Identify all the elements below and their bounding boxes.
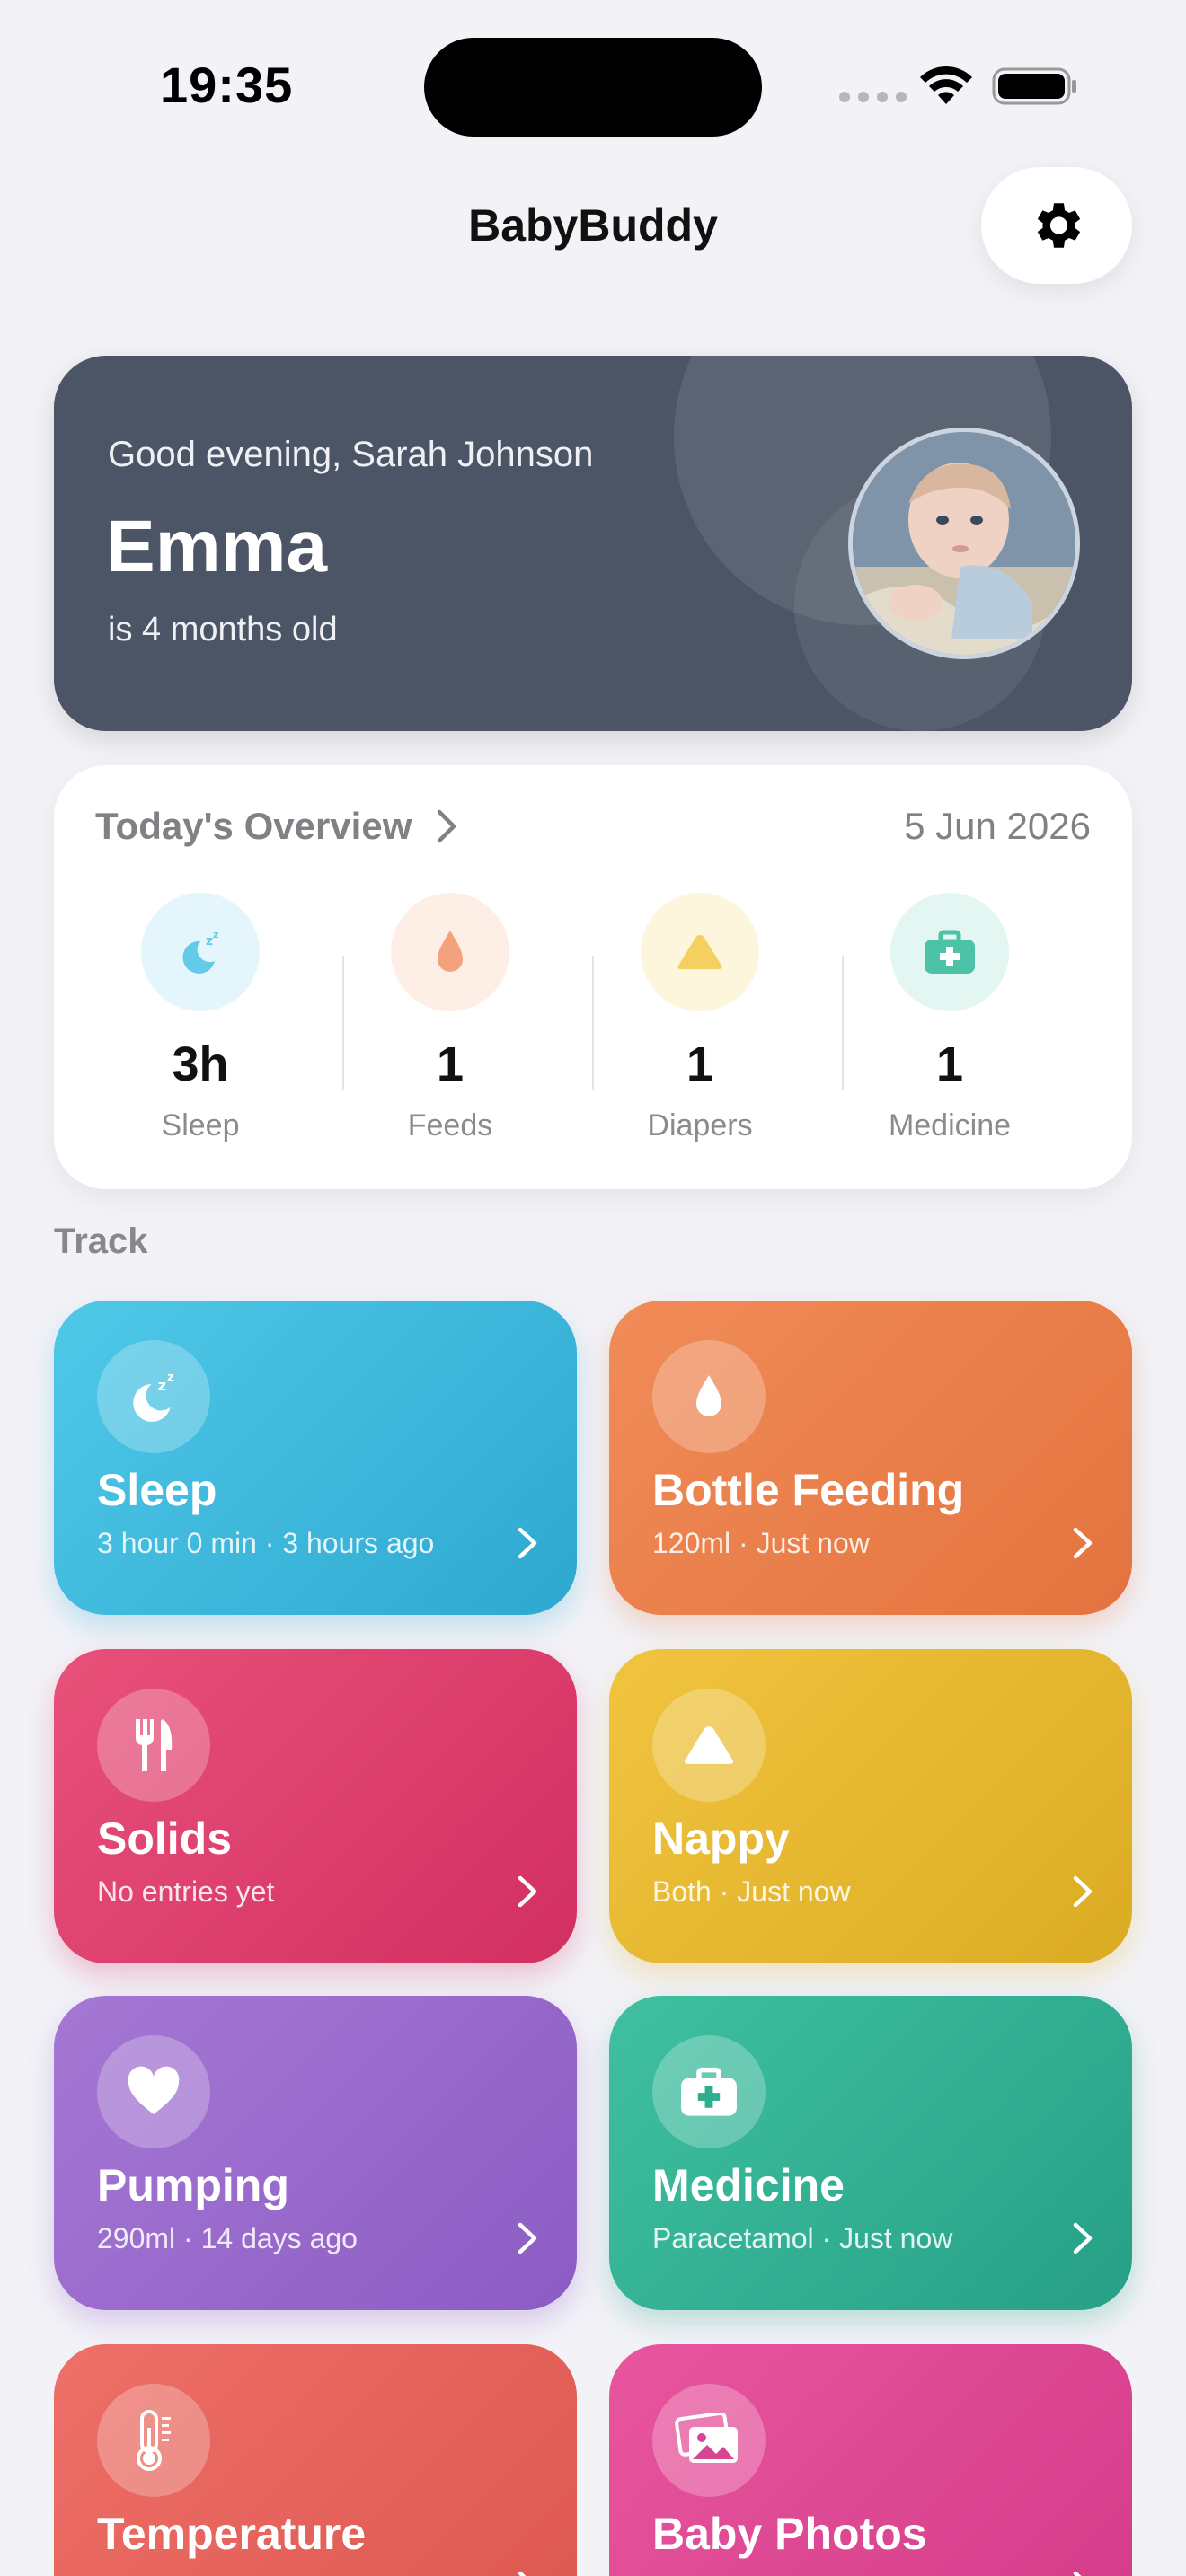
stat-label: Medicine	[888, 1108, 1012, 1142]
baby-name: Emma	[106, 506, 328, 587]
card-subtitle: 120ml · Just now	[652, 1527, 870, 1559]
status-time: 19:35	[160, 57, 294, 113]
svg-text:z: z	[213, 929, 218, 940]
status-bar: 19:35	[0, 0, 1186, 137]
dynamic-island	[424, 38, 762, 137]
chevron-right-icon	[438, 809, 456, 843]
triangle-icon	[652, 1689, 766, 1802]
medkit-icon	[890, 893, 1009, 1011]
overview-date: 5 Jun 2026	[904, 805, 1091, 847]
svg-text:z: z	[158, 1377, 167, 1394]
stat-sleep: zz 3h Sleep	[75, 893, 325, 1143]
battery-icon	[992, 67, 1076, 105]
track-card-baby-photos[interactable]: Baby Photos	[609, 2344, 1132, 2576]
gear-icon	[1037, 203, 1081, 248]
stat-value: 1	[686, 1037, 714, 1091]
chevron-right-icon	[1073, 1875, 1093, 1908]
thermometer-icon	[97, 2384, 210, 2497]
wifi-icon	[920, 66, 972, 104]
card-title: Solids	[97, 1813, 233, 1864]
chevron-right-icon	[1073, 1527, 1093, 1559]
stat-value: 1	[436, 1037, 465, 1091]
cellular-signal-icon	[839, 92, 907, 102]
overview-title: Today's Overview	[95, 805, 412, 847]
heart-icon	[97, 2035, 210, 2148]
track-card-temperature[interactable]: Temperature	[54, 2344, 577, 2576]
baby-profile-card[interactable]: Good evening, Sarah Johnson Emma is 4 mo…	[54, 356, 1132, 731]
chevron-right-icon	[518, 1875, 537, 1908]
chevron-right-icon	[518, 2571, 527, 2576]
card-subtitle: 290ml · 14 days ago	[97, 2222, 358, 2254]
card-title: Medicine	[652, 2160, 845, 2210]
chevron-right-icon	[1073, 2571, 1082, 2576]
stat-label: Diapers	[647, 1108, 753, 1142]
overview-header[interactable]: Today's Overview	[95, 805, 458, 848]
card-subtitle: 3 hour 0 min · 3 hours ago	[97, 1527, 435, 1559]
stat-value: 1	[935, 1037, 964, 1091]
track-card-solids[interactable]: Solids No entries yet	[54, 1649, 577, 1963]
sleep-moon-icon: zz	[97, 1340, 210, 1453]
svg-text:z: z	[206, 934, 213, 948]
card-title: Baby Photos	[652, 2509, 927, 2559]
stat-medicine: 1 Medicine	[825, 893, 1075, 1143]
svg-text:z: z	[167, 1372, 173, 1385]
card-title: Nappy	[652, 1813, 790, 1864]
card-title: Sleep	[97, 1465, 217, 1515]
stat-value: 3h	[172, 1037, 229, 1091]
triangle-icon	[641, 893, 759, 1011]
medkit-icon	[652, 2035, 766, 2148]
card-subtitle: No entries yet	[97, 1875, 275, 1908]
stat-label: Sleep	[161, 1108, 240, 1142]
stat-diapers: 1 Diapers	[575, 893, 825, 1143]
stat-label: Feeds	[407, 1108, 493, 1142]
photos-icon	[652, 2384, 766, 2497]
stat-feeds: 1 Feeds	[325, 893, 575, 1143]
track-card-medicine[interactable]: Medicine Paracetamol · Just now	[609, 1996, 1132, 2310]
track-card-nappy[interactable]: Nappy Both · Just now	[609, 1649, 1132, 1963]
todays-overview-card[interactable]: Today's Overview 5 Jun 2026 zz 3h Sleep …	[54, 765, 1132, 1189]
card-title: Pumping	[97, 2160, 289, 2210]
baby-photo-image	[853, 432, 1075, 655]
baby-age: is 4 months old	[108, 611, 338, 648]
sleep-moon-icon: zz	[141, 893, 260, 1011]
card-subtitle: Paracetamol · Just now	[652, 2222, 953, 2254]
chevron-right-icon	[1073, 2222, 1093, 2254]
fork-knife-icon	[97, 1689, 210, 1802]
baby-avatar[interactable]	[848, 428, 1080, 659]
chevron-right-icon	[518, 2222, 537, 2254]
drop-icon	[391, 893, 509, 1011]
card-subtitle: Both · Just now	[652, 1875, 851, 1908]
settings-button[interactable]	[981, 167, 1132, 284]
track-card-sleep[interactable]: zz Sleep 3 hour 0 min · 3 hours ago	[54, 1301, 577, 1615]
card-title: Bottle Feeding	[652, 1465, 965, 1515]
card-title: Temperature	[97, 2509, 367, 2559]
track-card-pumping[interactable]: Pumping 290ml · 14 days ago	[54, 1996, 577, 2310]
track-card-bottle-feeding[interactable]: Bottle Feeding 120ml · Just now	[609, 1301, 1132, 1615]
greeting-text: Good evening, Sarah Johnson	[108, 435, 594, 474]
drop-icon	[652, 1340, 766, 1453]
chevron-right-icon	[518, 1527, 537, 1559]
track-section-label: Track	[54, 1222, 148, 1261]
